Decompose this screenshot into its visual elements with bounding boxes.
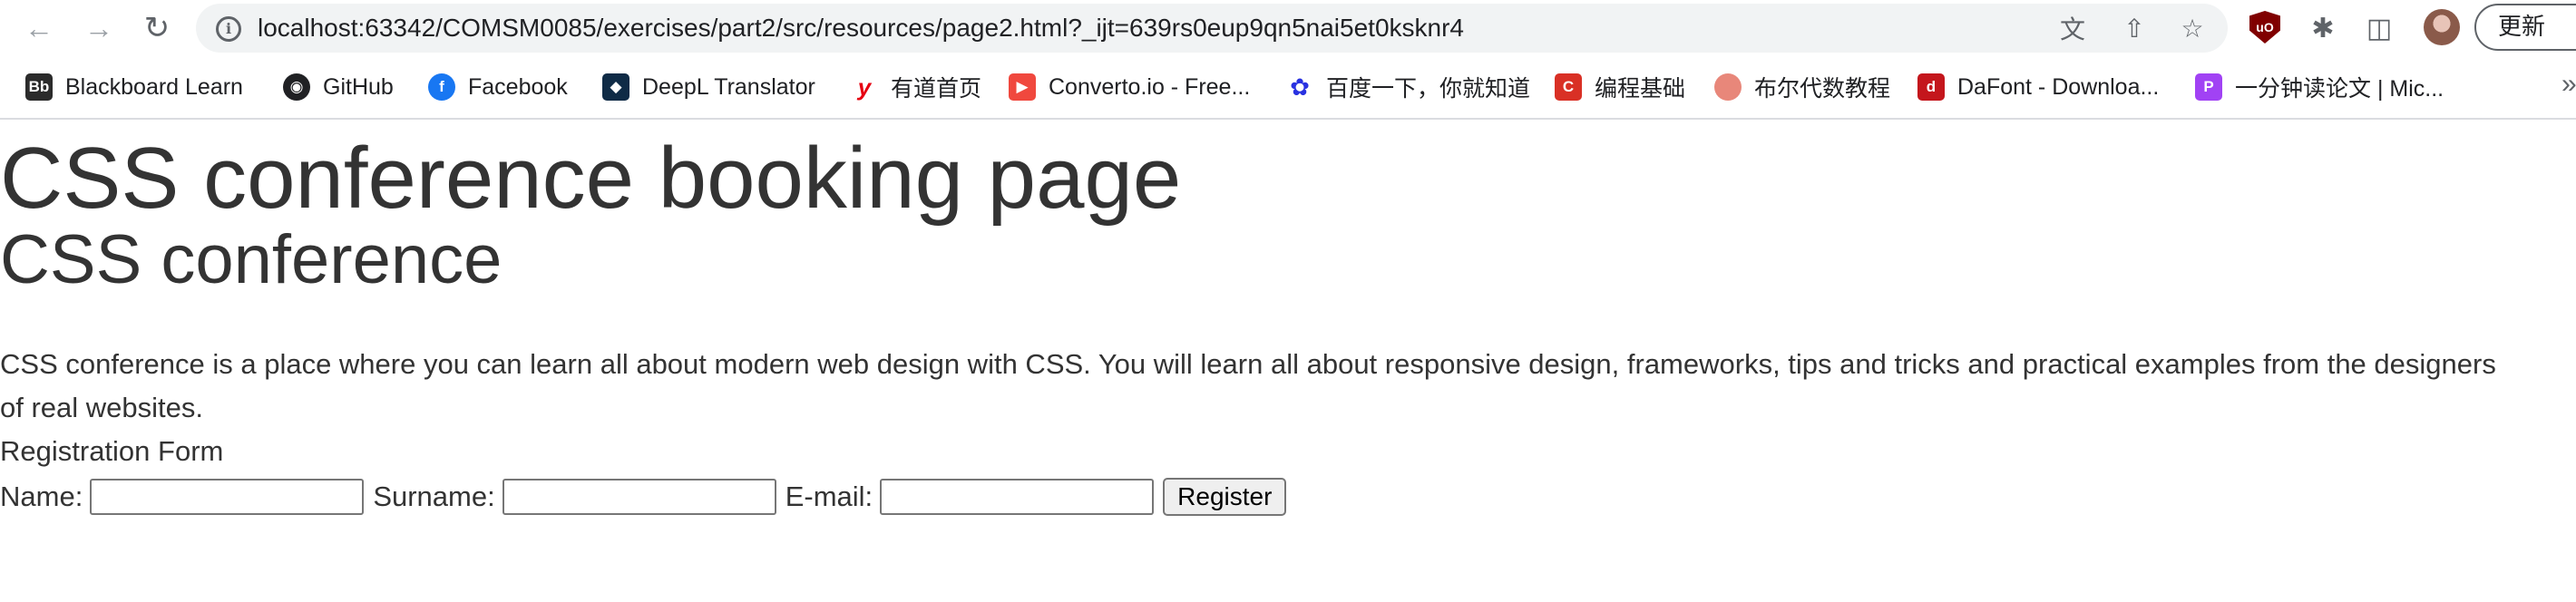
bookmark-label: 编程基础 [1595,76,1686,102]
email-input[interactable] [880,479,1155,515]
bookmark-item[interactable]: f Facebook [428,71,568,103]
youdao-icon: y [851,73,878,101]
update-button[interactable]: 更新 ⋮ [2474,4,2576,51]
surname-label: Surname: [373,481,495,512]
blackboard-icon: Bb [25,73,53,101]
email-label: E-mail: [785,481,873,512]
bookmark-label: Facebook [468,73,568,100]
bookmark-item[interactable]: ◉ GitHub [283,71,394,103]
star-icon[interactable]: ☆ [2177,13,2208,44]
surname-input[interactable] [502,479,776,515]
update-label: 更新 [2498,14,2546,41]
bookmarks-bar: Bb Blackboard Learn ◉ GitHub f Facebook … [0,56,2576,120]
bookmark-label: DeepL Translator [642,73,815,100]
intro-paragraph: CSS conference is a place where you can … [0,348,2496,423]
bookmark-item[interactable]: ✿ 百度一下，你就知道 [1286,71,1530,103]
facebook-icon: f [428,73,455,101]
page-title: CSS conference booking page [0,130,1182,227]
share-icon[interactable]: ⇧ [2119,13,2150,44]
github-icon: ◉ [283,73,310,101]
extensions-puzzle-icon[interactable]: ✱ [2306,11,2340,45]
bookmark-item[interactable]: y 有道首页 [851,71,981,103]
bookmark-item[interactable]: Bb Blackboard Learn [25,71,243,103]
c-icon: C [1555,73,1582,101]
circle-icon [1714,73,1742,101]
bookmark-label: GitHub [323,73,394,100]
bookmark-label: 百度一下，你就知道 [1326,76,1531,102]
forward-arrow-icon[interactable]: → [82,11,116,45]
p-icon: P [2195,73,2222,101]
registration-form: Name: Surname: E-mail: Register [0,475,1287,519]
bookmark-label: Blackboard Learn [65,73,243,100]
registration-form-title: Registration Form [0,435,224,467]
deepl-icon: ◆ [602,73,629,101]
bookmark-label: DaFont - Downloa... [1957,73,2160,100]
browser-toolbar: ← → ↻ i localhost:63342/COMSM0085/exerci… [0,0,2576,56]
bookmark-item[interactable]: ◆ DeepL Translator [602,71,815,103]
address-bar[interactable]: i localhost:63342/COMSM0085/exercises/pa… [196,4,2228,53]
bookmark-label: 一分钟读论文 | Mic... [2235,76,2444,102]
ublock-icon[interactable]: uO [2249,11,2280,44]
page-subtitle: CSS conference [0,221,503,298]
bookmark-label: 有道首页 [891,76,982,102]
side-panel-icon[interactable]: ◫ [2362,11,2396,45]
baidu-icon: ✿ [1286,73,1313,101]
register-button[interactable]: Register [1163,478,1287,516]
bookmark-item[interactable]: ▶ Converto.io - Free... [1009,71,1250,103]
reload-icon[interactable]: ↻ [140,11,174,45]
bookmark-item[interactable]: 布尔代数教程 [1714,71,1890,103]
bookmark-item[interactable]: d DaFont - Downloa... [1917,71,2159,103]
more-bookmarks-icon[interactable]: » [2561,69,2576,100]
bookmark-label: Converto.io - Free... [1049,73,1251,100]
profile-avatar[interactable] [2424,9,2460,45]
converto-icon: ▶ [1009,73,1036,101]
bookmark-item[interactable]: C 编程基础 [1555,71,1685,103]
name-label: Name: [0,481,83,512]
translate-icon[interactable]: 文 [2057,13,2088,44]
bookmark-label: 布尔代数教程 [1754,76,1891,102]
back-arrow-icon[interactable]: ← [22,11,56,45]
bookmark-item[interactable]: P 一分钟读论文 | Mic... [2195,71,2444,103]
info-icon[interactable]: i [216,16,241,42]
dafont-icon: d [1917,73,1945,101]
url-text[interactable]: localhost:63342/COMSM0085/exercises/part… [258,14,1464,43]
menu-dots-icon: ⋮ [2569,5,2576,49]
name-input[interactable] [90,479,365,515]
